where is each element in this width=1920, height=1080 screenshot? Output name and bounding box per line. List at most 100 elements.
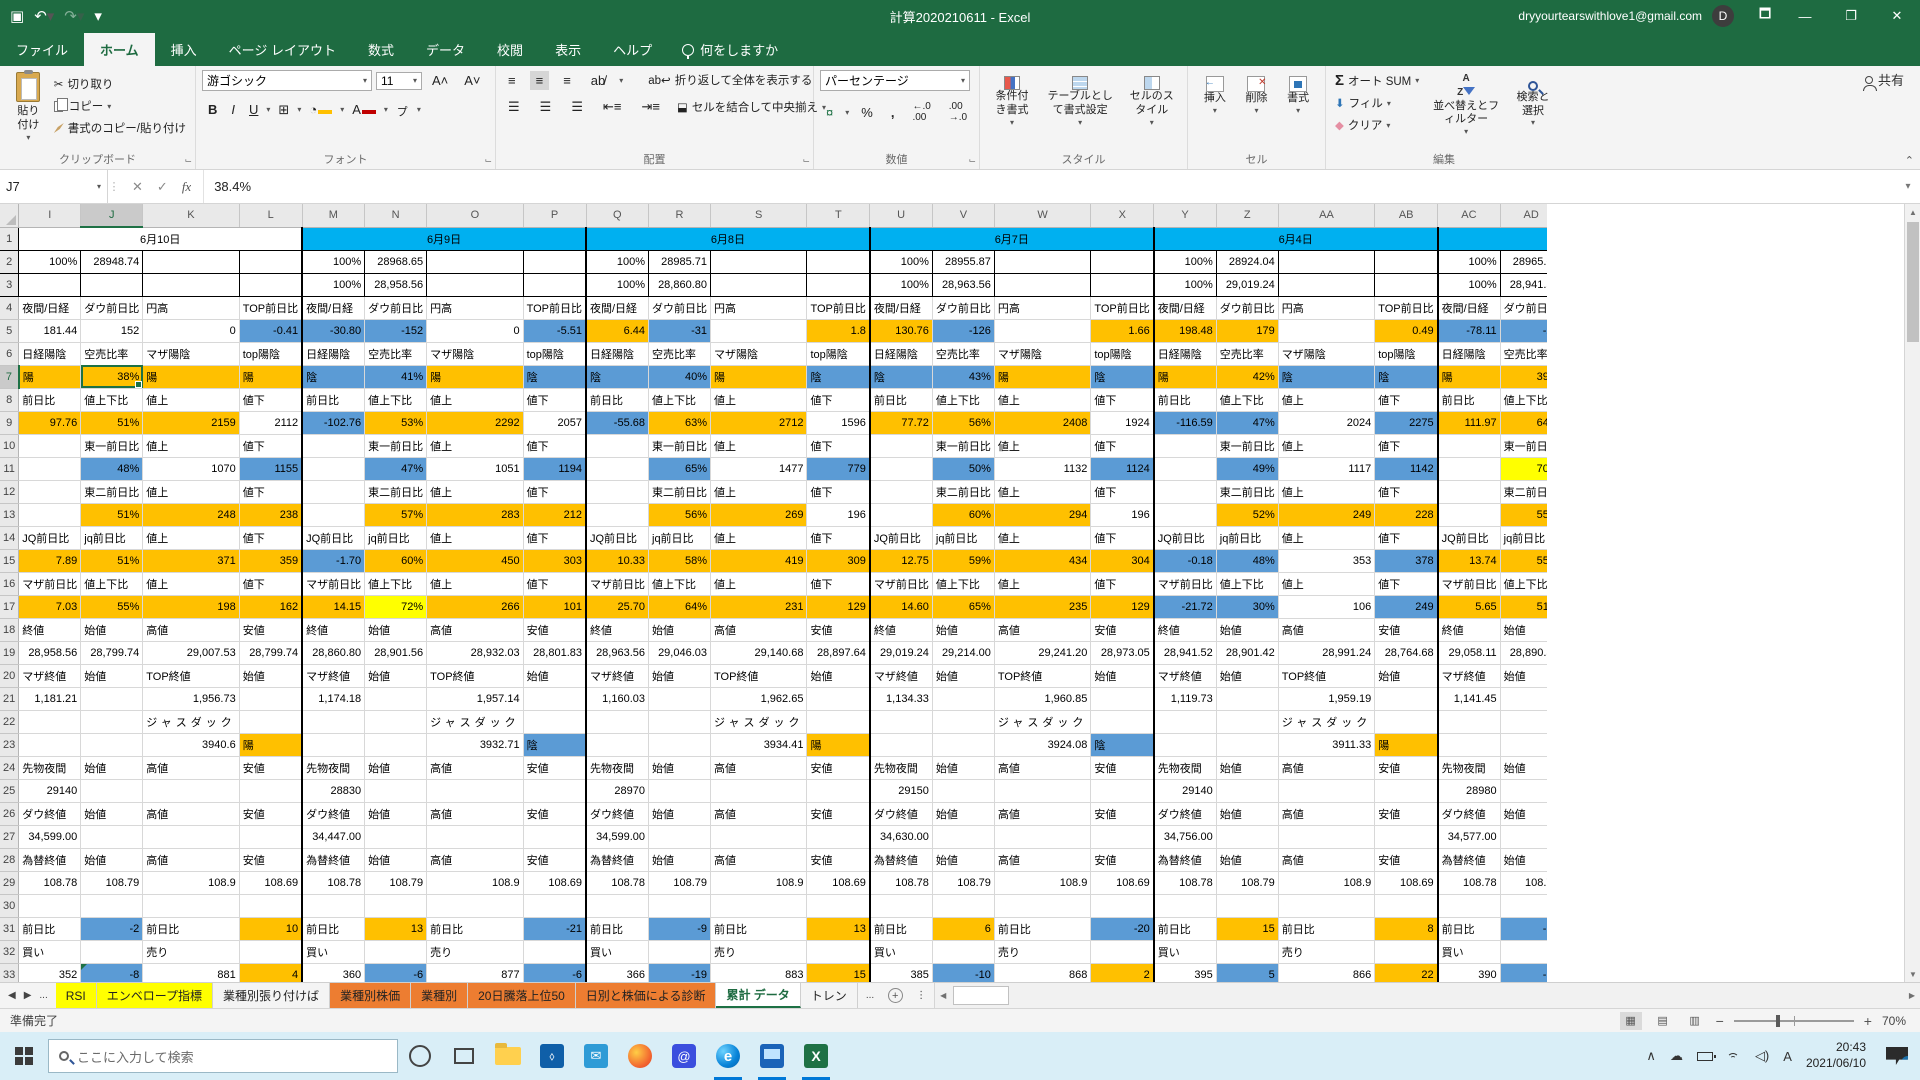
- cell-X17[interactable]: 129: [1091, 595, 1154, 618]
- cell-AC29[interactable]: 108.78: [1438, 871, 1501, 894]
- cell-AC25[interactable]: 28980: [1438, 779, 1501, 802]
- font-size-select[interactable]: 11▾: [376, 72, 422, 90]
- insert-function-icon[interactable]: fx: [182, 179, 191, 195]
- cell-P26[interactable]: 安値: [523, 802, 586, 825]
- cell-AA33[interactable]: 866: [1278, 963, 1374, 982]
- cell-P21[interactable]: [523, 687, 586, 710]
- cell-S32[interactable]: 売り: [711, 940, 807, 963]
- cell-AB21[interactable]: [1375, 687, 1438, 710]
- cell-V6[interactable]: 空売比率: [932, 342, 994, 365]
- cell-T23[interactable]: 陽: [807, 733, 870, 756]
- tray-chevron-icon[interactable]: ∧: [1646, 1048, 1656, 1064]
- cell-Y30[interactable]: [1154, 894, 1217, 917]
- cell-M21[interactable]: 1,174.18: [302, 687, 365, 710]
- cell-R32[interactable]: [649, 940, 711, 963]
- cell-O15[interactable]: 450: [427, 549, 523, 572]
- cell-O3[interactable]: [427, 273, 523, 296]
- horizontal-scrollbar[interactable]: ◀ ▶: [934, 983, 1920, 1008]
- cell-AA9[interactable]: 2024: [1278, 411, 1374, 434]
- format-as-table-button[interactable]: テーブルとして書式設定▾: [1038, 74, 1123, 130]
- app-window-button[interactable]: [750, 1032, 794, 1080]
- cell-K13[interactable]: 248: [143, 503, 239, 526]
- cell-AA10[interactable]: 値上: [1278, 434, 1374, 457]
- cell-W23[interactable]: 3924.08: [994, 733, 1090, 756]
- normal-view-icon[interactable]: ▦: [1620, 1012, 1642, 1030]
- cell-X33[interactable]: 2: [1091, 963, 1154, 982]
- cell-S31[interactable]: 前日比: [711, 917, 807, 940]
- cell-Q13[interactable]: [586, 503, 649, 526]
- cell-X26[interactable]: 安値: [1091, 802, 1154, 825]
- cell-V5[interactable]: -126: [932, 319, 994, 342]
- cell-AB16[interactable]: 値下: [1375, 572, 1438, 595]
- cell-X4[interactable]: TOP前日比: [1091, 296, 1154, 319]
- cell-T30[interactable]: [807, 894, 870, 917]
- sheet-tab-0[interactable]: RSI: [56, 983, 97, 1008]
- decrease-indent-icon[interactable]: ⇤≡: [597, 97, 627, 117]
- cell-Q18[interactable]: 終値: [586, 618, 649, 641]
- cell-P6[interactable]: top陽陰: [523, 342, 586, 365]
- cell-O19[interactable]: 28,932.03: [427, 641, 523, 664]
- cell-P28[interactable]: 安値: [523, 848, 586, 871]
- cell-T31[interactable]: 13: [807, 917, 870, 940]
- cell-R28[interactable]: 始値: [649, 848, 711, 871]
- cell-S33[interactable]: 883: [711, 963, 807, 982]
- cell-O4[interactable]: 円高: [427, 296, 523, 319]
- cell-Y13[interactable]: [1154, 503, 1217, 526]
- cell-AC23[interactable]: [1438, 733, 1501, 756]
- cell-V14[interactable]: jq前日比: [932, 526, 994, 549]
- zoom-slider[interactable]: [1734, 1020, 1854, 1022]
- cell-R15[interactable]: 58%: [649, 549, 711, 572]
- cell-AB13[interactable]: 228: [1375, 503, 1438, 526]
- row-header-5[interactable]: 5: [0, 319, 19, 342]
- cell-Y3[interactable]: 100%: [1154, 273, 1217, 296]
- cell-O7[interactable]: 陽: [427, 365, 523, 388]
- cell-V31[interactable]: 6: [932, 917, 994, 940]
- cell-V10[interactable]: 東一前日比: [932, 434, 994, 457]
- cell-AA5[interactable]: [1278, 319, 1374, 342]
- cell-Y14[interactable]: JQ前日比: [1154, 526, 1217, 549]
- cell-K30[interactable]: [143, 894, 239, 917]
- vertical-scroll-thumb[interactable]: [1907, 222, 1919, 342]
- cell-AB15[interactable]: 378: [1375, 549, 1438, 572]
- cell-L14[interactable]: 値下: [239, 526, 302, 549]
- cell-Z7[interactable]: 42%: [1216, 365, 1278, 388]
- cell-J23[interactable]: [81, 733, 143, 756]
- col-header-V[interactable]: V: [932, 204, 994, 227]
- cell-U7[interactable]: 陰: [870, 365, 933, 388]
- cell-R7[interactable]: 40%: [649, 365, 711, 388]
- cell-M12[interactable]: [302, 480, 365, 503]
- cell-L17[interactable]: 162: [239, 595, 302, 618]
- insert-cells-button[interactable]: 挿入▾: [1198, 74, 1232, 118]
- cell-P10[interactable]: 値下: [523, 434, 586, 457]
- sheet-nav-left-icon[interactable]: ◀: [8, 990, 16, 1001]
- sheet-tab-1[interactable]: エンベロープ指標: [97, 983, 213, 1008]
- cell-K3[interactable]: [143, 273, 239, 296]
- cell-Z25[interactable]: [1216, 779, 1278, 802]
- cell-W32[interactable]: 売り: [994, 940, 1090, 963]
- cell-Z23[interactable]: [1216, 733, 1278, 756]
- cell-N29[interactable]: 108.79: [365, 871, 427, 894]
- cell-K8[interactable]: 値上: [143, 388, 239, 411]
- cell-U14[interactable]: JQ前日比: [870, 526, 933, 549]
- cell-X2[interactable]: [1091, 250, 1154, 273]
- cell-P12[interactable]: 値下: [523, 480, 586, 503]
- cell-R17[interactable]: 64%: [649, 595, 711, 618]
- cell-styles-button[interactable]: セルのスタイル▾: [1122, 74, 1181, 130]
- cell-Y25[interactable]: 29140: [1154, 779, 1217, 802]
- cell-M7[interactable]: 陰: [302, 365, 365, 388]
- cell-L25[interactable]: [239, 779, 302, 802]
- cell-V19[interactable]: 29,214.00: [932, 641, 994, 664]
- cell-U3[interactable]: 100%: [870, 273, 933, 296]
- col-header-U[interactable]: U: [870, 204, 933, 227]
- cell-J7[interactable]: 38%: [81, 365, 143, 388]
- cell-Y18[interactable]: 終値: [1154, 618, 1217, 641]
- cell-J8[interactable]: 値上下比: [81, 388, 143, 411]
- cell-T26[interactable]: 安値: [807, 802, 870, 825]
- cell-R33[interactable]: -19: [649, 963, 711, 982]
- cell-V17[interactable]: 65%: [932, 595, 994, 618]
- cell-Y21[interactable]: 1,119.73: [1154, 687, 1217, 710]
- cell-V30[interactable]: [932, 894, 994, 917]
- cell-T24[interactable]: 安値: [807, 756, 870, 779]
- cell-T7[interactable]: 陰: [807, 365, 870, 388]
- cell-X3[interactable]: [1091, 273, 1154, 296]
